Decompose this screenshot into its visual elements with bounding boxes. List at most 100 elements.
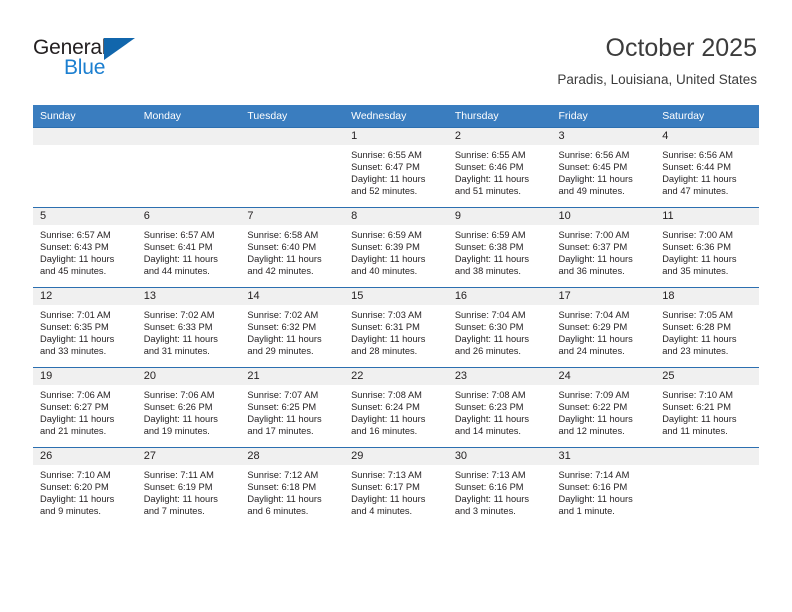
calendar-day-cell[interactable]: 22 Sunrise: 7:08 AM Sunset: 6:24 PM Dayligh… (344, 367, 448, 448)
day-cell-inner: 6 Sunrise: 6:57 AM Sunset: 6:41 PM Daylight… (136, 208, 241, 287)
calendar-day-cell[interactable]: 4 Sunrise: 6:56 AM Sunset: 6:44 PM Daylight… (655, 127, 759, 208)
day-cell-inner: 22 Sunrise: 7:08 AM Sunset: 6:24 PM Dayligh… (344, 368, 448, 447)
weekday-header-monday: Monday (136, 105, 241, 128)
day-cell-details: Sunrise: 7:06 AM Sunset: 6:26 PM Daylight:… (137, 385, 241, 437)
calendar-day-cell[interactable]: 8 Sunrise: 6:59 AM Sunset: 6:39 PM Daylight… (344, 207, 448, 288)
day-cell-inner: 23 Sunrise: 7:08 AM Sunset: 6:23 PM Dayligh… (447, 368, 552, 447)
sunset-time: Sunset: 6:24 PM (351, 402, 420, 413)
sunrise-time: Sunrise: 7:04 AM (454, 310, 526, 320)
calendar-day-cell[interactable]: 20 Sunrise: 7:06 AM Sunset: 6:26 PM Dayligh… (136, 367, 241, 448)
sunset-time: Sunset: 6:30 PM (454, 322, 524, 333)
day-number: 8 (344, 208, 448, 225)
daylight-duration-line1: Daylight: 11 hours (454, 414, 530, 425)
day-cell-details: Sunrise: 6:56 AM Sunset: 6:44 PM Daylight:… (655, 145, 759, 197)
daylight-duration-line1: Daylight: 11 hours (662, 334, 737, 345)
sunrise-time: Sunrise: 7:10 AM (40, 470, 111, 480)
sunrise-time: Sunrise: 7:08 AM (351, 390, 422, 400)
sunrise-time: Sunrise: 6:56 AM (662, 150, 734, 160)
calendar-day-cell[interactable]: 17 Sunrise: 7:04 AM Sunset: 6:29 PM Dayligh… (551, 287, 656, 368)
day-cell-details: Sunrise: 7:08 AM Sunset: 6:24 PM Daylight:… (344, 385, 448, 437)
day-number: 12 (33, 288, 137, 305)
generalblue-logo: General Blue (33, 36, 173, 84)
calendar-day-cell[interactable]: 18 Sunrise: 7:05 AM Sunset: 6:28 PM Dayligh… (655, 287, 759, 368)
calendar-day-cell[interactable]: 28 Sunrise: 7:12 AM Sunset: 6:18 PM Dayligh… (240, 447, 345, 527)
day-number: 29 (344, 448, 448, 465)
calendar-day-cell[interactable]: 30 Sunrise: 7:13 AM Sunset: 6:16 PM Dayligh… (447, 447, 552, 527)
sunset-time: Sunset: 6:21 PM (662, 402, 731, 413)
daylight-duration-line1: Daylight: 11 hours (558, 174, 633, 185)
daylight-duration-line2: and 19 minutes. (143, 426, 210, 437)
sunrise-time: Sunrise: 7:12 AM (247, 470, 319, 480)
calendar-week-row: 5 Sunrise: 6:57 AM Sunset: 6:43 PM Daylight… (33, 207, 759, 288)
sunset-time: Sunset: 6:32 PM (247, 322, 317, 333)
calendar-day-cell[interactable]: 11 Sunrise: 7:00 AM Sunset: 6:36 PM Dayligh… (655, 207, 759, 288)
day-cell-details: Sunrise: 6:56 AM Sunset: 6:45 PM Daylight:… (552, 145, 656, 197)
daylight-duration-line2: and 38 minutes. (454, 266, 521, 277)
sunset-time: Sunset: 6:16 PM (558, 482, 628, 493)
calendar-day-cell[interactable]: 24 Sunrise: 7:09 AM Sunset: 6:22 PM Dayligh… (551, 367, 656, 448)
calendar-day-cell[interactable]: 15 Sunrise: 7:03 AM Sunset: 6:31 PM Dayligh… (344, 287, 448, 368)
day-number: 4 (655, 128, 759, 145)
daylight-duration-line2: and 28 minutes. (351, 346, 418, 357)
day-cell-inner: 30 Sunrise: 7:13 AM Sunset: 6:16 PM Dayligh… (447, 448, 552, 527)
daylight-duration-line1: Daylight: 11 hours (247, 414, 322, 425)
day-number: 11 (655, 208, 759, 225)
daylight-duration-line2: and 40 minutes. (351, 266, 418, 277)
sunset-time: Sunset: 6:28 PM (662, 322, 731, 333)
day-number (240, 128, 345, 145)
sunrise-time: Sunrise: 6:57 AM (40, 230, 111, 240)
sunrise-time: Sunrise: 7:02 AM (143, 310, 215, 320)
day-cell-inner: 10 Sunrise: 7:00 AM Sunset: 6:37 PM Dayligh… (551, 208, 656, 287)
calendar-day-cell[interactable]: 7 Sunrise: 6:58 AM Sunset: 6:40 PM Daylight… (240, 207, 345, 288)
sunset-time: Sunset: 6:35 PM (40, 322, 109, 333)
day-cell-details: Sunrise: 7:02 AM Sunset: 6:33 PM Daylight:… (137, 305, 241, 357)
day-cell-details: Sunrise: 7:10 AM Sunset: 6:21 PM Daylight:… (655, 385, 759, 437)
day-cell-inner: 9 Sunrise: 6:59 AM Sunset: 6:38 PM Daylight… (447, 208, 552, 287)
sunrise-time: Sunrise: 7:02 AM (247, 310, 319, 320)
calendar-day-cell[interactable]: 13 Sunrise: 7:02 AM Sunset: 6:33 PM Dayligh… (136, 287, 241, 368)
day-number: 23 (447, 368, 552, 385)
calendar-day-cell[interactable]: 26 Sunrise: 7:10 AM Sunset: 6:20 PM Dayligh… (33, 447, 137, 527)
calendar-day-cell[interactable]: 9 Sunrise: 6:59 AM Sunset: 6:38 PM Daylight… (447, 207, 552, 288)
calendar-day-cell[interactable]: 29 Sunrise: 7:13 AM Sunset: 6:17 PM Dayligh… (344, 447, 448, 527)
calendar-day-cell[interactable]: 5 Sunrise: 6:57 AM Sunset: 6:43 PM Daylight… (33, 207, 137, 288)
calendar-body: 1 Sunrise: 6:55 AM Sunset: 6:47 PM Daylight… (33, 127, 759, 527)
calendar-day-cell[interactable]: 1 Sunrise: 6:55 AM Sunset: 6:47 PM Daylight… (344, 127, 448, 208)
calendar-day-cell[interactable]: 23 Sunrise: 7:08 AM Sunset: 6:23 PM Dayligh… (447, 367, 552, 448)
day-number: 20 (136, 368, 241, 385)
sunset-time: Sunset: 6:45 PM (558, 162, 628, 173)
calendar-day-cell[interactable]: 3 Sunrise: 6:56 AM Sunset: 6:45 PM Daylight… (551, 127, 656, 208)
calendar-day-cell[interactable]: 27 Sunrise: 7:11 AM Sunset: 6:19 PM Dayligh… (136, 447, 241, 527)
calendar-day-cell[interactable]: 12 Sunrise: 7:01 AM Sunset: 6:35 PM Dayligh… (33, 287, 137, 368)
logo-triangle-icon (104, 38, 135, 60)
day-cell-details: Sunrise: 6:59 AM Sunset: 6:38 PM Daylight:… (448, 225, 552, 277)
sunrise-time: Sunrise: 6:57 AM (143, 230, 215, 240)
daylight-duration-line2: and 42 minutes. (247, 266, 314, 277)
calendar-day-cell[interactable]: 21 Sunrise: 7:07 AM Sunset: 6:25 PM Dayligh… (240, 367, 345, 448)
sunrise-time: Sunrise: 7:07 AM (247, 390, 319, 400)
daylight-duration-line2: and 23 minutes. (662, 346, 729, 357)
calendar-week-row: 1 Sunrise: 6:55 AM Sunset: 6:47 PM Daylight… (33, 127, 759, 208)
calendar-day-cell-empty (33, 127, 137, 208)
weekday-header-friday: Friday (551, 105, 656, 128)
title-block: October 2025 Paradis, Louisiana, United … (557, 33, 757, 88)
calendar-day-cell[interactable]: 31 Sunrise: 7:14 AM Sunset: 6:16 PM Dayligh… (551, 447, 656, 527)
day-cell-inner: 2 Sunrise: 6:55 AM Sunset: 6:46 PM Daylight… (447, 128, 552, 207)
calendar-day-cell[interactable]: 2 Sunrise: 6:55 AM Sunset: 6:46 PM Daylight… (447, 127, 552, 208)
day-cell-details: Sunrise: 7:06 AM Sunset: 6:27 PM Daylight:… (33, 385, 137, 437)
calendar-day-cell[interactable]: 19 Sunrise: 7:06 AM Sunset: 6:27 PM Dayligh… (33, 367, 137, 448)
day-number: 13 (136, 288, 241, 305)
calendar-day-cell[interactable]: 6 Sunrise: 6:57 AM Sunset: 6:41 PM Daylight… (136, 207, 241, 288)
sunrise-time: Sunrise: 7:08 AM (454, 390, 526, 400)
daylight-duration-line2: and 44 minutes. (143, 266, 210, 277)
calendar-day-cell[interactable]: 16 Sunrise: 7:04 AM Sunset: 6:30 PM Dayligh… (447, 287, 552, 368)
day-cell-details: Sunrise: 7:09 AM Sunset: 6:22 PM Daylight:… (552, 385, 656, 437)
calendar-day-cell[interactable]: 25 Sunrise: 7:10 AM Sunset: 6:21 PM Dayligh… (655, 367, 759, 448)
calendar-day-cell[interactable]: 14 Sunrise: 7:02 AM Sunset: 6:32 PM Dayligh… (240, 287, 345, 368)
weekday-header-saturday: Saturday (655, 105, 759, 128)
calendar-day-cell[interactable]: 10 Sunrise: 7:00 AM Sunset: 6:37 PM Dayligh… (551, 207, 656, 288)
daylight-duration-line1: Daylight: 11 hours (247, 334, 322, 345)
day-number: 6 (136, 208, 241, 225)
day-number: 31 (551, 448, 656, 465)
daylight-duration-line1: Daylight: 11 hours (351, 254, 426, 265)
